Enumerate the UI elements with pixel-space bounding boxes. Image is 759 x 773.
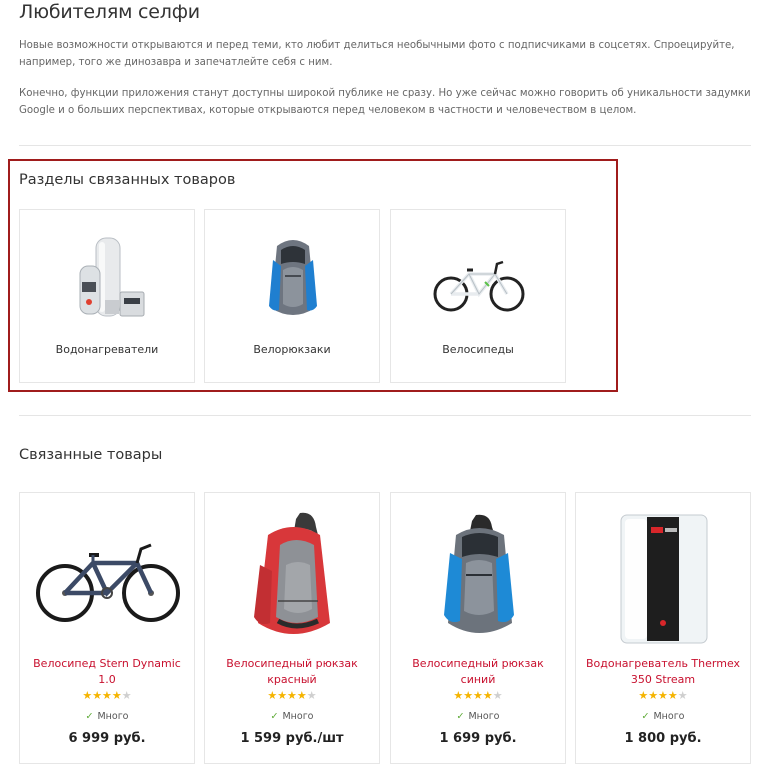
product-price: 1 699 руб. xyxy=(439,731,517,746)
water-heaters-image xyxy=(79,237,145,317)
divider xyxy=(19,145,751,146)
section-card-backpacks[interactable]: Велорюкзаки xyxy=(204,209,380,383)
section-card-water-heaters[interactable]: Водонагреватели xyxy=(19,209,195,383)
product-price: 6 999 руб. xyxy=(68,731,146,746)
backpack-image xyxy=(269,240,317,315)
section-card-bicycles[interactable]: Велосипеды xyxy=(390,209,566,383)
check-icon: ✓ xyxy=(270,711,279,722)
product-card[interactable]: Велосипед Stern Dynamic 1.0 ★★★★★ ✓ Много… xyxy=(19,492,195,764)
product-price: 1 800 руб. xyxy=(624,731,702,746)
bicycle-image xyxy=(36,543,180,622)
check-icon: ✓ xyxy=(641,711,650,722)
stock-status: ✓ Много xyxy=(576,711,750,722)
section-label: Водонагреватели xyxy=(55,343,159,356)
article-paragraph-2: Конечно, функции приложения станут досту… xyxy=(19,88,751,116)
stock-status: ✓ Много xyxy=(205,711,379,722)
stock-status: ✓ Много xyxy=(20,711,194,722)
page-title: Любителям селфи xyxy=(19,1,200,23)
stock-label: Много xyxy=(97,711,129,722)
related-products-title: Связанные товары xyxy=(19,447,163,463)
stock-status: ✓ Много xyxy=(391,711,565,722)
product-name-link[interactable]: Велосипед Stern Dynamic 1.0 xyxy=(26,656,188,688)
product-name-link[interactable]: Водонагреватель Thermex 350 Stream xyxy=(582,656,744,688)
water-heater-image xyxy=(620,514,708,644)
section-label: Велосипеды xyxy=(442,343,514,356)
red-backpack-image xyxy=(254,512,330,634)
product-price: 1 599 руб./шт xyxy=(240,731,344,746)
product-card[interactable]: Велосипедный рюкзак синий ★★★★★ ✓ Много 1… xyxy=(390,492,566,764)
product-card[interactable]: Водонагреватель Thermex 350 Stream ★★★★★… xyxy=(575,492,751,764)
product-name-link[interactable]: Велосипедный рюкзак синий xyxy=(397,656,559,688)
stock-label: Много xyxy=(653,711,685,722)
rating-stars: ★★★★★ xyxy=(638,689,688,702)
divider xyxy=(19,415,751,416)
check-icon: ✓ xyxy=(85,711,94,722)
bicycle-image xyxy=(433,260,525,312)
blue-backpack-image xyxy=(444,514,514,633)
stock-label: Много xyxy=(282,711,314,722)
article-paragraph-1: Новые возможности открываются и перед те… xyxy=(19,40,735,68)
stock-label: Много xyxy=(468,711,500,722)
product-card[interactable]: Велосипедный рюкзак красный ★★★★★ ✓ Много… xyxy=(204,492,380,764)
rating-stars: ★★★★★ xyxy=(453,689,503,702)
rating-stars: ★★★★★ xyxy=(267,689,317,702)
rating-stars: ★★★★★ xyxy=(82,689,132,702)
check-icon: ✓ xyxy=(456,711,465,722)
section-label: Велорюкзаки xyxy=(253,343,331,356)
related-sections-title: Разделы связанных товаров xyxy=(19,172,236,188)
product-name-link[interactable]: Велосипедный рюкзак красный xyxy=(211,656,373,688)
